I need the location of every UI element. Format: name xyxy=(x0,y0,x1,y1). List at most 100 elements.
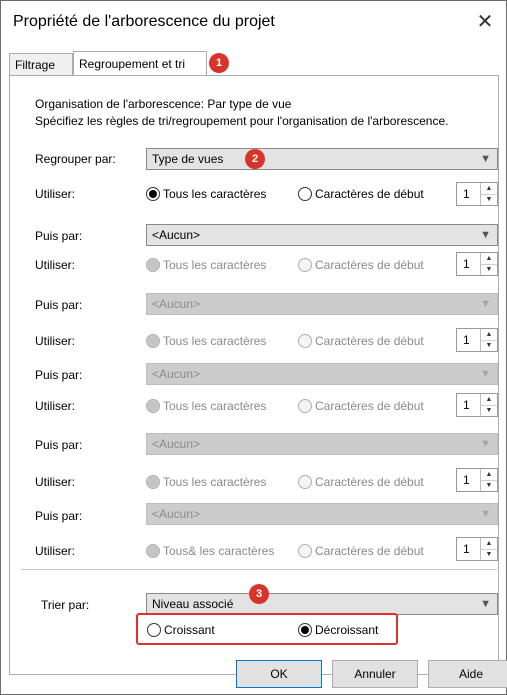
tous-caracteres-radio: Tous les caractères xyxy=(146,256,266,274)
chevron-down-icon: ▼ xyxy=(480,298,491,310)
title-bar: Propriété de l'arborescence du projet ✕ xyxy=(1,1,506,45)
puis-par-label: Puis par: xyxy=(35,509,83,523)
caracteres-debut-label: Caractères de début xyxy=(315,544,424,558)
puis-par-label: Puis par: xyxy=(35,438,83,452)
character-count-stepper[interactable]: 1 ▲ ▼ xyxy=(456,182,498,206)
radio-selected-icon xyxy=(298,623,312,637)
project-browser-properties-dialog: Propriété de l'arborescence du projet ✕ … xyxy=(0,0,507,695)
character-count-stepper[interactable]: 1 ▲ ▼ xyxy=(456,252,498,276)
caracteres-debut-radio: Caractères de début xyxy=(298,542,424,560)
puis-par-select-disabled: <Aucun> ▼ xyxy=(146,363,498,385)
tous-caracteres-radio: Tous& les caractères xyxy=(146,542,274,560)
tous-caracteres-label: Tous les caractères xyxy=(163,258,267,272)
character-count-stepper[interactable]: 1 ▲ ▼ xyxy=(456,393,498,417)
stepper-down-icon[interactable]: ▼ xyxy=(481,340,497,351)
caracteres-debut-label: Caractères de début xyxy=(315,475,424,489)
stepper-down-icon[interactable]: ▼ xyxy=(481,480,497,491)
character-count-stepper[interactable]: 1 ▲ ▼ xyxy=(456,537,498,561)
puis-par-select[interactable]: <Aucun> ▼ xyxy=(146,224,498,246)
radio-selected-icon xyxy=(146,334,160,348)
tous-caracteres-label: Tous les caractères xyxy=(163,475,267,489)
puis-par-value: <Aucun> xyxy=(152,228,201,242)
puis-par-select-disabled: <Aucun> ▼ xyxy=(146,503,498,525)
chevron-down-icon: ▼ xyxy=(480,508,491,520)
close-icon[interactable]: ✕ xyxy=(472,9,498,35)
chevron-down-icon: ▼ xyxy=(480,229,491,241)
stepper-buttons: ▲ ▼ xyxy=(480,253,497,275)
annotation-badge-3: 3 xyxy=(249,584,269,604)
radio-empty-icon xyxy=(298,187,312,201)
tous-caracteres-label: Tous& les caractères xyxy=(163,544,275,558)
character-count-value: 1 xyxy=(463,333,470,347)
decroissant-label: Décroissant xyxy=(315,623,379,637)
regrouper-par-value: Type de vues xyxy=(152,152,224,166)
tous-caracteres-radio: Tous les caractères xyxy=(146,332,266,350)
radio-empty-icon xyxy=(147,623,161,637)
regrouper-par-select[interactable]: Type de vues ▼ xyxy=(146,148,498,170)
decroissant-radio[interactable]: Décroissant xyxy=(298,621,378,639)
chevron-down-icon: ▼ xyxy=(480,368,491,380)
utiliser-label: Utiliser: xyxy=(35,475,76,489)
character-count-value: 1 xyxy=(463,542,470,556)
character-count-value: 1 xyxy=(463,187,470,201)
stepper-down-icon[interactable]: ▼ xyxy=(481,549,497,560)
tous-caracteres-label: Tous les caractères xyxy=(163,187,267,201)
caracteres-debut-label: Caractères de début xyxy=(315,399,424,413)
chevron-down-icon: ▼ xyxy=(480,153,491,165)
trier-par-label: Trier par: xyxy=(41,598,90,612)
tous-caracteres-radio[interactable]: Tous les caractères xyxy=(146,185,266,203)
trier-par-select[interactable]: Niveau associé ▼ xyxy=(146,593,498,615)
dialog-title: Propriété de l'arborescence du projet xyxy=(13,13,275,30)
cancel-button[interactable]: Annuler xyxy=(332,660,418,688)
help-button[interactable]: Aide xyxy=(428,660,507,688)
character-count-value: 1 xyxy=(463,398,470,412)
stepper-down-icon[interactable]: ▼ xyxy=(481,194,497,205)
puis-par-label: Puis par: xyxy=(35,368,83,382)
stepper-down-icon[interactable]: ▼ xyxy=(481,405,497,416)
annotation-badge-2: 2 xyxy=(245,149,265,169)
puis-par-value: <Aucun> xyxy=(152,297,201,311)
trier-par-value: Niveau associé xyxy=(152,597,234,611)
caracteres-debut-label: Caractères de début xyxy=(315,334,424,348)
radio-selected-icon xyxy=(146,258,160,272)
puis-par-select-disabled: <Aucun> ▼ xyxy=(146,433,498,455)
tab-filtrage-label: Filtrage xyxy=(15,58,56,72)
tab-regroupement-et-tri[interactable]: Regroupement et tri xyxy=(73,51,207,75)
character-count-value: 1 xyxy=(463,257,470,271)
chevron-down-icon: ▼ xyxy=(480,438,491,450)
caracteres-debut-label: Caractères de début xyxy=(315,258,424,272)
puis-par-value: <Aucun> xyxy=(152,437,201,451)
chevron-down-icon: ▼ xyxy=(480,598,491,610)
tous-caracteres-label: Tous les caractères xyxy=(163,399,267,413)
caracteres-debut-radio: Caractères de début xyxy=(298,397,424,415)
character-count-stepper[interactable]: 1 ▲ ▼ xyxy=(456,328,498,352)
character-count-stepper[interactable]: 1 ▲ ▼ xyxy=(456,468,498,492)
caracteres-debut-label: Caractères de début xyxy=(315,187,424,201)
puis-par-label: Puis par: xyxy=(35,229,83,243)
utiliser-label: Utiliser: xyxy=(35,334,76,348)
radio-selected-icon xyxy=(146,544,160,558)
description-line-2: Spécifiez les règles de tri/regroupement… xyxy=(35,114,449,128)
tab-filtrage[interactable]: Filtrage xyxy=(9,53,73,75)
tous-caracteres-radio: Tous les caractères xyxy=(146,473,266,491)
caracteres-debut-radio: Caractères de début xyxy=(298,473,424,491)
puis-par-value: <Aucun> xyxy=(152,367,201,381)
stepper-buttons: ▲ ▼ xyxy=(480,183,497,205)
tab-regroupement-label: Regroupement et tri xyxy=(79,57,186,71)
puis-par-label: Puis par: xyxy=(35,298,83,312)
radio-selected-icon xyxy=(146,187,160,201)
croissant-radio[interactable]: Croissant xyxy=(147,621,215,639)
stepper-buttons: ▲ ▼ xyxy=(480,469,497,491)
annotation-badge-1: 1 xyxy=(209,53,229,73)
radio-selected-icon xyxy=(146,399,160,413)
ok-button[interactable]: OK xyxy=(236,660,322,688)
radio-selected-icon xyxy=(146,475,160,489)
utiliser-label: Utiliser: xyxy=(35,544,76,558)
puis-par-select-disabled: <Aucun> ▼ xyxy=(146,293,498,315)
radio-empty-icon xyxy=(298,544,312,558)
utiliser-label: Utiliser: xyxy=(35,187,76,201)
caracteres-debut-radio[interactable]: Caractères de début xyxy=(298,185,424,203)
tous-caracteres-label: Tous les caractères xyxy=(163,334,267,348)
radio-empty-icon xyxy=(298,258,312,272)
stepper-down-icon[interactable]: ▼ xyxy=(481,264,497,275)
